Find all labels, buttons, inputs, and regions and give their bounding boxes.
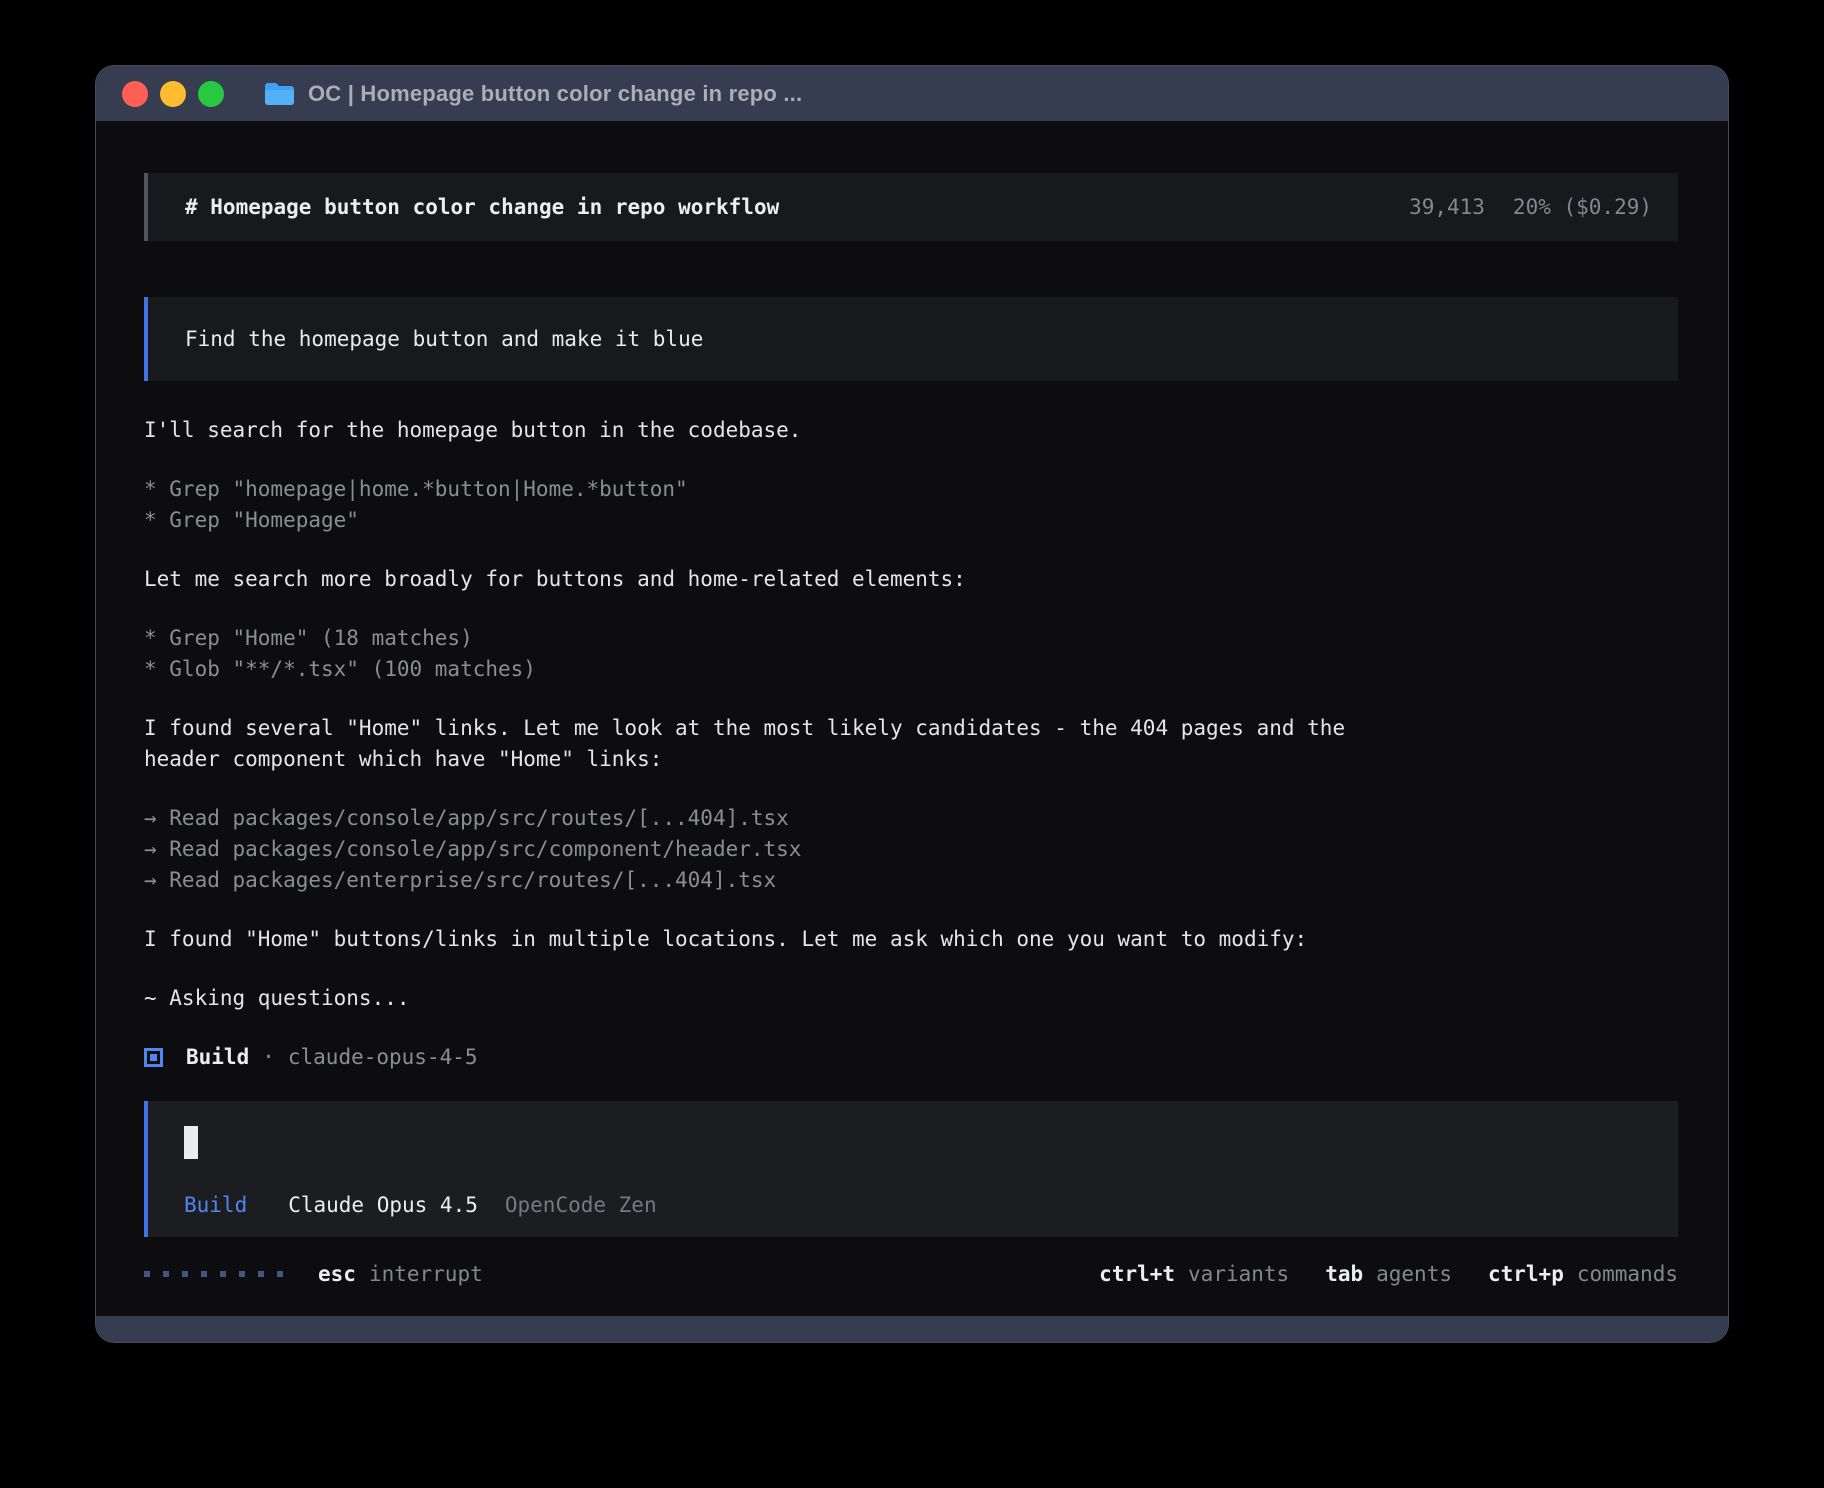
terminal-content: # Homepage button color change in repo w…: [96, 121, 1728, 1316]
status-right: ctrl+t variants tab agents ctrl+p comman…: [1099, 1262, 1678, 1286]
tool-call-line: * Grep "Homepage": [144, 505, 1678, 536]
tool-call-group: * Grep "homepage|home.*button|Home.*butt…: [144, 474, 1678, 536]
assistant-text-block: I found several "Home" links. Let me loo…: [144, 713, 1678, 775]
agent-separator: ·: [262, 1042, 275, 1073]
variants-label: variants: [1188, 1262, 1289, 1286]
spinner-dot: [277, 1271, 283, 1277]
tool-call-line: * Glob "**/*.tsx" (100 matches): [144, 654, 1678, 685]
session-title: # Homepage button color change in repo w…: [185, 195, 779, 219]
zoom-window-button[interactable]: [198, 81, 224, 107]
tool-call-line: * Grep "Home" (18 matches): [144, 623, 1678, 654]
esc-key: esc: [318, 1262, 356, 1286]
spinner-dot: [201, 1271, 207, 1277]
assistant-text-line: I found several "Home" links. Let me loo…: [144, 713, 1678, 744]
input-model-label[interactable]: Claude Opus 4.5: [288, 1193, 478, 1217]
assistant-text-line: I'll search for the homepage button in t…: [144, 415, 1678, 446]
prompt-input[interactable]: Build Claude Opus 4.5 OpenCode Zen: [144, 1101, 1678, 1237]
spinner-dot: [163, 1271, 169, 1277]
session-header: # Homepage button color change in repo w…: [144, 173, 1678, 241]
assistant-text-line: Let me search more broadly for buttons a…: [144, 564, 1678, 595]
agents-label: agents: [1376, 1262, 1452, 1286]
close-window-button[interactable]: [122, 81, 148, 107]
input-provider-label: OpenCode Zen: [505, 1193, 657, 1217]
minimize-window-button[interactable]: [160, 81, 186, 107]
tool-call-group: * Grep "Home" (18 matches)* Glob "**/*.t…: [144, 623, 1678, 685]
context-cost: 20% ($0.29): [1513, 195, 1652, 219]
spinner-dot: [258, 1271, 264, 1277]
folder-icon: [264, 82, 295, 106]
tool-call-group: → Read packages/console/app/src/routes/[…: [144, 803, 1678, 896]
agent-icon: [144, 1048, 163, 1067]
hint-agents: tab agents: [1325, 1262, 1452, 1286]
agent-status-line: Build · claude-opus-4-5: [144, 1042, 1678, 1073]
tool-call-line: → Read packages/enterprise/src/routes/[.…: [144, 865, 1678, 896]
input-meta: Build Claude Opus 4.5 OpenCode Zen: [184, 1193, 657, 1217]
assistant-text-line: header component which have "Home" links…: [144, 744, 1678, 775]
hint-variants: ctrl+t variants: [1099, 1262, 1289, 1286]
assistant-text-line: I found "Home" buttons/links in multiple…: [144, 924, 1678, 955]
ctrl-p-key: ctrl+p: [1488, 1262, 1564, 1286]
tool-call-line: * Grep "homepage|home.*button|Home.*butt…: [144, 474, 1678, 505]
assistant-text-block: I'll search for the homepage button in t…: [144, 415, 1678, 446]
status-bar: esc interrupt ctrl+t variants tab agents…: [144, 1262, 1678, 1286]
tool-call-line: → Read packages/console/app/src/routes/[…: [144, 803, 1678, 834]
ctrl-t-key: ctrl+t: [1099, 1262, 1175, 1286]
terminal-window: OC | Homepage button color change in rep…: [96, 66, 1728, 1342]
agent-model: claude-opus-4-5: [288, 1042, 478, 1073]
hint-interrupt: esc interrupt: [318, 1262, 483, 1286]
status-left: esc interrupt: [144, 1262, 483, 1286]
user-message: Find the homepage button and make it blu…: [144, 297, 1678, 381]
esc-label: interrupt: [369, 1262, 483, 1286]
assistant-text-block: Let me search more broadly for buttons a…: [144, 564, 1678, 595]
assistant-text-block: I found "Home" buttons/links in multiple…: [144, 924, 1678, 955]
hint-commands: ctrl+p commands: [1488, 1262, 1678, 1286]
token-count: 39,413: [1409, 195, 1485, 219]
tool-call-line: → Read packages/console/app/src/componen…: [144, 834, 1678, 865]
input-agent-label[interactable]: Build: [184, 1193, 247, 1217]
user-message-text: Find the homepage button and make it blu…: [185, 327, 703, 351]
spinner-dot: [182, 1271, 188, 1277]
spinner-dot: [239, 1271, 245, 1277]
agent-name: Build: [186, 1042, 249, 1073]
tab-key: tab: [1325, 1262, 1363, 1286]
titlebar: OC | Homepage button color change in rep…: [96, 66, 1728, 121]
transcript: I'll search for the homepage button in t…: [144, 415, 1678, 1073]
commands-label: commands: [1577, 1262, 1678, 1286]
spinner-dot: [220, 1271, 226, 1277]
spinner-dots: [144, 1271, 296, 1277]
assistant-text-block: ~ Asking questions...: [144, 983, 1678, 1014]
assistant-text-line: ~ Asking questions...: [144, 983, 1678, 1014]
window-footer: [96, 1316, 1728, 1342]
session-stats: 39,413 20% ($0.29): [1409, 195, 1652, 219]
window-title: OC | Homepage button color change in rep…: [308, 81, 802, 107]
text-cursor: [184, 1126, 198, 1159]
spinner-dot: [144, 1271, 150, 1277]
